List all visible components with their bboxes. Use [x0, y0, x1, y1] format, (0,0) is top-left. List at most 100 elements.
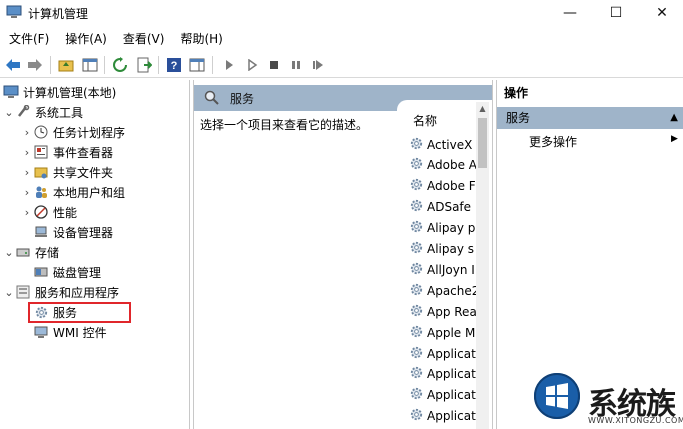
scroll-up-icon[interactable]: ▲ [476, 102, 489, 116]
gear-icon [409, 177, 424, 195]
pause-icon[interactable] [286, 55, 306, 75]
service-name: App Rea [427, 304, 477, 319]
maximize-button[interactable]: ☐ [593, 0, 639, 26]
service-row[interactable]: Apple M [409, 322, 475, 343]
service-row[interactable]: Applicat [409, 343, 476, 364]
chevron-down-icon[interactable]: ⌄ [3, 246, 15, 259]
service-row[interactable]: Applicat [409, 385, 476, 406]
tree-item-system-tools[interactable]: ⌄ 系统工具 [3, 102, 83, 122]
service-row[interactable]: Adobe F [409, 176, 476, 197]
tree-label: 磁盘管理 [53, 265, 102, 280]
play-alt-icon[interactable] [242, 55, 262, 75]
gear-icon [409, 386, 424, 404]
tree-item-device-manager[interactable]: 设备管理器 [33, 222, 113, 242]
export-list-icon[interactable] [134, 55, 154, 75]
minimize-button[interactable]: — [547, 0, 593, 26]
tree-item-local-users[interactable]: › 本地用户和组 [21, 182, 125, 202]
performance-icon [33, 204, 49, 220]
service-name: Applicat [427, 346, 476, 361]
tree-item-event-viewer[interactable]: › 事件查看器 [21, 142, 113, 162]
actions-section-services[interactable]: 服务 ▲ [497, 107, 683, 129]
chevron-right-icon[interactable]: › [21, 146, 33, 159]
actions-section-label: 服务 [506, 111, 531, 125]
chevron-right-icon[interactable]: › [21, 206, 33, 219]
gear-icon [409, 156, 424, 174]
action-pane-icon[interactable] [187, 55, 207, 75]
tree-label: 设备管理器 [53, 225, 114, 240]
chevron-down-icon[interactable]: ⌄ [3, 106, 15, 119]
menu-bar: 文件(F) 操作(A) 查看(V) 帮助(H) [0, 28, 683, 50]
service-description: 选择一个项目来查看它的描述。 [200, 118, 369, 132]
column-header-name[interactable]: 名称 [413, 112, 437, 129]
tree-item-performance[interactable]: › 性能 [21, 202, 77, 222]
refresh-icon[interactable] [110, 55, 130, 75]
forward-arrow-icon[interactable] [25, 55, 45, 75]
service-row[interactable]: Apache2 [409, 280, 479, 301]
service-row[interactable]: Alipay p [409, 218, 475, 239]
service-name: Applicat [427, 409, 476, 424]
service-row[interactable]: AllJoyn I [409, 259, 475, 280]
service-row[interactable]: Applicat [409, 406, 476, 427]
service-name: Adobe F [427, 179, 476, 194]
gear-icon [409, 407, 424, 425]
services-pane: 服务 选择一个项目来查看它的描述。 名称 ActiveX Adobe A Adobe… [193, 80, 493, 429]
chevron-down-icon[interactable]: ⌄ [3, 286, 15, 299]
menu-file[interactable]: 文件(F) [4, 28, 54, 50]
tree-item-services-apps[interactable]: ⌄ 服务和应用程序 [3, 282, 119, 302]
close-button[interactable]: ✕ [639, 0, 683, 26]
tree-label: 任务计划程序 [53, 125, 126, 140]
tree-label: 本地用户和组 [53, 185, 126, 200]
chevron-right-icon[interactable]: › [21, 186, 33, 199]
help-icon[interactable]: ? [164, 55, 184, 75]
gear-icon [409, 136, 424, 154]
window-title: 计算机管理 [28, 7, 89, 21]
collapse-triangle-icon[interactable]: ▲ [670, 107, 678, 129]
service-name: Apple M [427, 325, 476, 340]
service-row[interactable]: Alipay s [409, 239, 474, 260]
chevron-right-icon[interactable]: › [21, 166, 33, 179]
tree-item-wmi[interactable]: WMI 控件 [33, 322, 107, 342]
menu-help[interactable]: 帮助(H) [175, 28, 227, 50]
service-name: Adobe A [427, 158, 477, 173]
tree-label: 共享文件夹 [53, 165, 114, 180]
play-icon[interactable] [219, 55, 239, 75]
show-hide-tree-icon[interactable] [80, 55, 100, 75]
tree-item-storage[interactable]: ⌄ 存储 [3, 242, 59, 262]
tree-label: 系统工具 [35, 105, 84, 120]
clock-icon [33, 124, 49, 140]
gear-icon [409, 365, 424, 383]
tree-item-task-scheduler[interactable]: › 任务计划程序 [21, 122, 125, 142]
service-row[interactable]: ADSafe [409, 197, 471, 218]
back-arrow-icon[interactable] [3, 55, 23, 75]
search-icon [204, 90, 219, 108]
gear-icon [409, 282, 424, 300]
restart-icon[interactable] [308, 55, 328, 75]
vertical-scrollbar[interactable]: ▲ [476, 102, 489, 429]
services-apps-icon [15, 284, 31, 300]
watermark-url: WWW.XITONGZU.COM [588, 416, 683, 425]
service-name: ADSafe [427, 200, 472, 215]
tree-item-root[interactable]: 计算机管理(本地) [3, 82, 116, 102]
computer-management-icon [3, 84, 19, 100]
service-name: Applicat [427, 388, 476, 403]
menu-view[interactable]: 查看(V) [118, 28, 170, 50]
service-row[interactable]: ActiveX [409, 134, 472, 155]
stop-icon[interactable] [264, 55, 284, 75]
more-actions-link[interactable]: 更多操作 [529, 133, 577, 150]
menu-action[interactable]: 操作(A) [60, 28, 112, 50]
scroll-thumb[interactable] [478, 118, 487, 168]
service-name: Apache2 [427, 283, 480, 298]
gear-icon [409, 303, 424, 321]
service-row[interactable]: Applicat [409, 364, 476, 385]
up-folder-icon[interactable] [56, 55, 76, 75]
submenu-arrow-icon[interactable]: ▶ [671, 134, 678, 144]
gear-icon [409, 324, 424, 342]
gear-icon [409, 261, 424, 279]
service-row[interactable]: App Rea [409, 301, 477, 322]
tree-item-shared-folders[interactable]: › 共享文件夹 [21, 162, 113, 182]
tree-item-disk-management[interactable]: 磁盘管理 [33, 262, 101, 282]
tools-icon [15, 104, 31, 120]
chevron-right-icon[interactable]: › [21, 126, 33, 139]
service-row[interactable]: Adobe A [409, 155, 477, 176]
watermark: 系统族 WWW.XITONGZU.COM [530, 369, 683, 429]
